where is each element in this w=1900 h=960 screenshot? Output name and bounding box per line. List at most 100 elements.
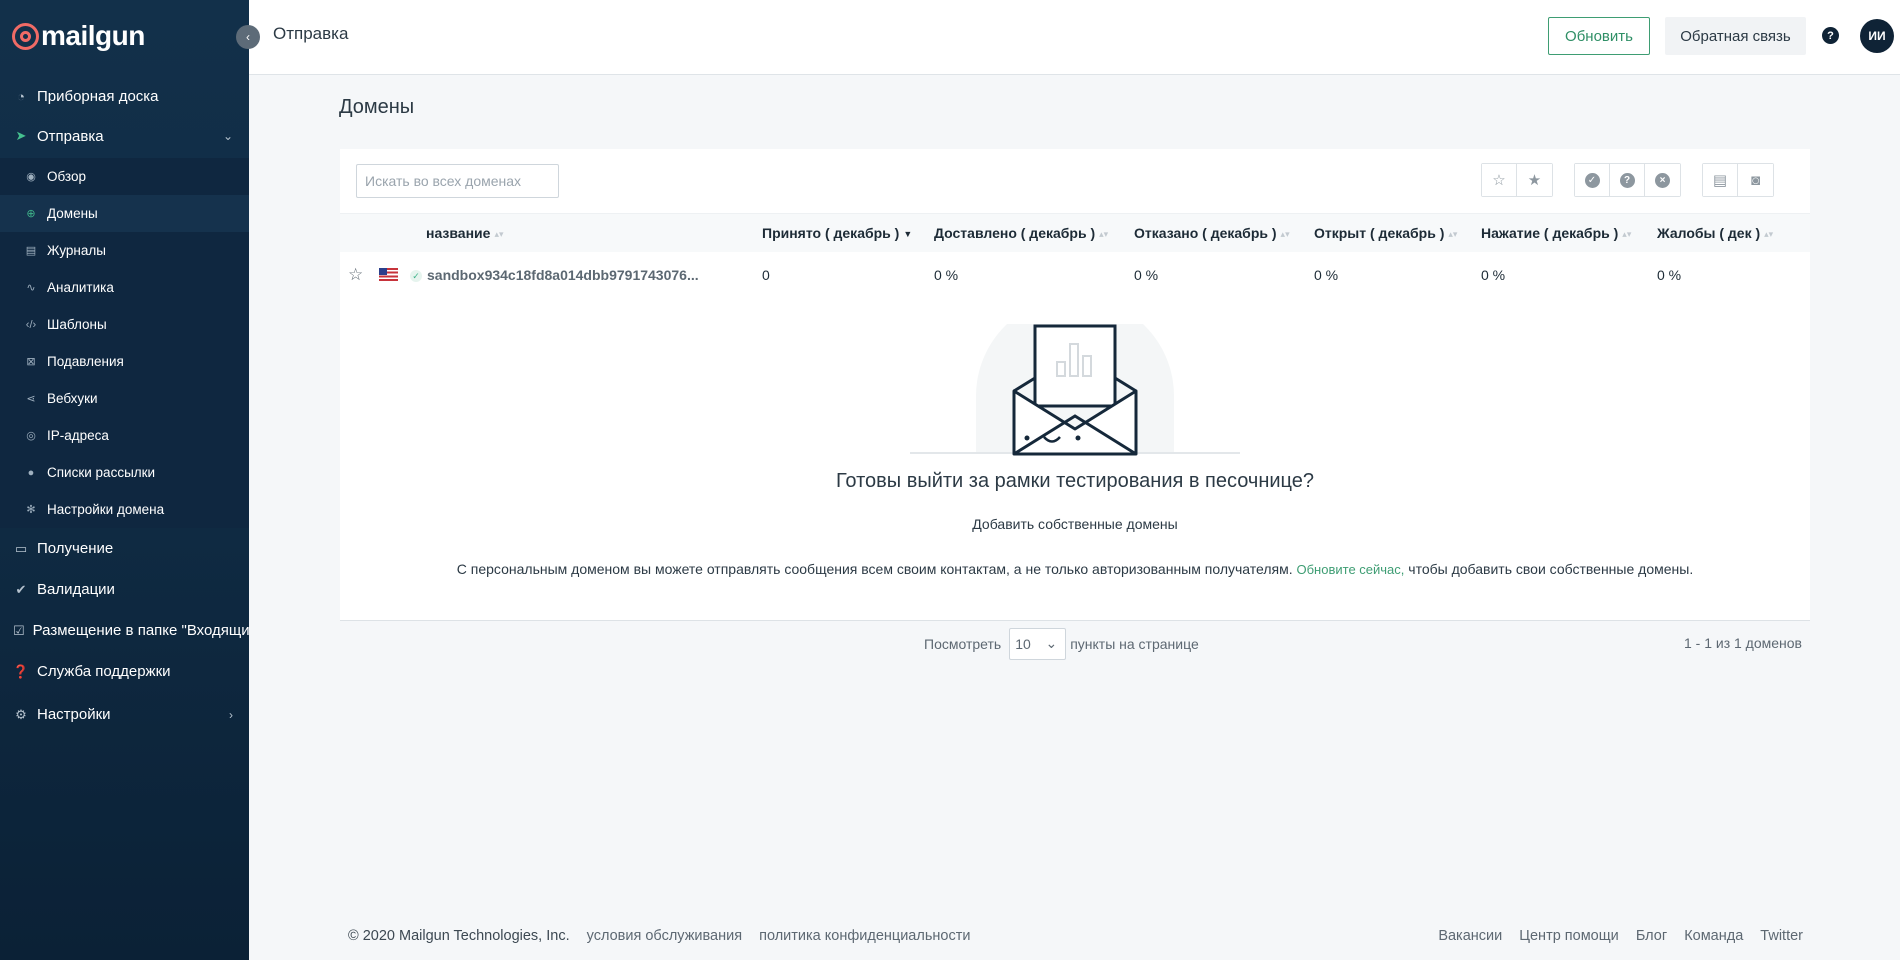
sort-icon: ▴▾ [1448,229,1458,239]
star-filled-icon: ★ [1527,172,1542,189]
column-label: Доставлено ( декабрь ) [934,225,1096,241]
column-label: название [426,225,491,241]
collapse-sidebar-button[interactable]: ‹ [236,25,260,49]
opened-value: 0 % [1314,267,1339,283]
chevron-left-icon: ‹ [246,30,250,44]
refresh-button[interactable]: Обновить [1548,17,1650,55]
sidebar-item-dashboard[interactable]: ◔ Приборная доска [0,78,249,114]
column-clicked[interactable]: Нажатие ( декабрь ) ▴▾ [1481,225,1631,241]
blog-link[interactable]: Блог [1636,928,1667,944]
sidebar-item-label: Списки рассылки [47,465,156,480]
table-row[interactable]: ☆ ✓ sandbox934c18fd8a014dbb9791743076...… [340,252,1810,298]
sidebar-item-label: Получение [37,540,114,557]
mailgun-logo-icon [12,22,39,50]
us-flag-icon: ▤ [1712,172,1728,189]
sidebar-item-suppressions[interactable]: ⊠ Подавления [0,343,249,380]
avatar[interactable]: ИИ [1860,19,1894,53]
column-label: Принято ( декабрь ) [762,225,900,241]
verified-filter-button[interactable]: ✓ [1575,164,1610,196]
sidebar-item-overview[interactable]: ◉ Обзор [0,158,249,195]
privacy-link[interactable]: политика конфиденциальности [759,928,970,944]
help-center-link[interactable]: Центр помощи [1519,928,1619,944]
sort-icon: ▴▾ [1099,229,1109,239]
chevron-down-icon: ⌄ [222,129,233,143]
column-complaints[interactable]: Жалобы ( дек ) ▴▾ [1657,225,1773,241]
pager-suffix-label: пункты на странице [1070,635,1199,652]
sidebar-item-inbox-placement[interactable]: ☑ Размещение в папке "Входящие" [0,610,249,651]
eye-icon: ◉ [26,171,36,183]
sidebar-item-mailing-lists[interactable]: ● Списки рассылки [0,454,249,491]
per-page-value: 10 [1015,635,1031,652]
sidebar-item-label: Служба поддержки [37,663,171,680]
delivered-value: 0 % [934,267,959,283]
disabled-filter-button[interactable]: × [1645,164,1680,196]
column-label: Нажатие ( декабрь ) [1481,225,1619,241]
mailgun-logo[interactable]: mailgun [12,19,145,53]
column-accepted[interactable]: Принято ( декабрь ) ▼ [762,225,912,241]
log-icon: ▤ [25,245,37,257]
clicked-value: 0 % [1481,267,1506,283]
sidebar-item-support[interactable]: ❓ Служба поддержки [0,651,249,692]
upgrade-now-link[interactable]: Обновите сейчас, [1297,562,1405,577]
region-filter-group: ▤ ◙ [1702,163,1774,197]
column-name[interactable]: название ▴▾ [426,225,503,241]
domain-link[interactable]: sandbox934c18fd8a014dbb9791743076... [427,267,727,283]
sidebar-item-domains[interactable]: ⊕ Домены [0,195,249,232]
table-header: название ▴▾ Принято ( декабрь ) ▼ Доставле… [340,213,1810,252]
location-icon: ◎ [26,430,36,442]
sidebar-item-label: Журналы [47,243,106,258]
empty-state-note: С персональным доменом вы можете отправл… [340,561,1810,577]
star-outline-filter-button[interactable]: ☆ [1482,164,1517,196]
column-rejected[interactable]: Отказано ( декабрь ) ▴▾ [1134,225,1290,241]
help-icon[interactable]: ? [1822,27,1839,44]
header-title: Отправка [273,24,349,43]
team-link[interactable]: Команда [1684,928,1743,944]
chevron-right-icon: › [229,707,233,722]
column-label: Отказано ( декабрь ) [1134,225,1277,241]
note-text: С персональным доменом вы можете отправл… [456,561,1293,577]
sidebar-item-settings[interactable]: ⚙ Настройки › [0,692,249,737]
star-filled-filter-button[interactable]: ★ [1517,164,1552,196]
sidebar-item-label: IP-адреса [47,428,109,443]
search-input[interactable] [356,164,559,198]
unverified-filter-button[interactable]: ? [1610,164,1645,196]
twitter-link[interactable]: Twitter [1760,928,1803,944]
sidebar-item-label: Отправка [37,127,104,145]
suppression-icon: ⊠ [26,356,36,368]
sort-icon: ▴▾ [1622,229,1632,239]
us-region-filter-button[interactable]: ▤ [1703,164,1738,196]
terms-link[interactable]: условия обслуживания [587,928,742,944]
feedback-button[interactable]: Обратная связь [1665,17,1806,55]
column-delivered[interactable]: Доставлено ( декабрь ) ▴▾ [934,225,1108,241]
note-text: чтобы добавить свои собственные домены. [1408,561,1694,577]
sidebar-item-logs[interactable]: ▤ Журналы [0,232,249,269]
sidebar-item-templates[interactable]: ‹/› Шаблоны [0,306,249,343]
pagination-size: Посмотреть 10 ⌄ пункты на странице [924,627,1199,660]
sidebar-item-ip-addresses[interactable]: ◎ IP-адреса [0,417,249,454]
page-title: Домены [339,96,415,118]
sidebar-item-webhooks[interactable]: ⋖ Вебхуки [0,380,249,417]
x-circle-icon: × [1655,172,1670,188]
footer-left: © 2020 Mailgun Technologies, Inc. услови… [348,928,983,944]
sort-icon: ▴▾ [1280,229,1290,239]
analytics-icon: ∿ [26,282,36,294]
gear-icon: ✻ [26,504,36,516]
sidebar-item-label: Настройки [37,706,111,723]
settings-icon: ⚙ [15,706,27,722]
favorite-star-icon[interactable]: ☆ [348,265,363,285]
user-icon: ● [27,466,35,479]
sidebar-item-sending[interactable]: ➤ Отправка ⌄ [0,114,249,158]
sort-desc-icon: ▼ [903,229,913,239]
help-icon: ❓ [12,663,30,679]
code-icon: ‹/› [25,318,37,331]
sidebar-item-analytics[interactable]: ∿ Аналитика [0,269,249,306]
careers-link[interactable]: Вакансии [1438,928,1502,944]
us-flag-icon [379,268,398,281]
sidebar-item-label: Вебхуки [47,391,98,406]
eu-region-filter-button[interactable]: ◙ [1738,164,1773,196]
per-page-select[interactable]: 10 ⌄ [1009,627,1067,660]
sidebar-item-validations[interactable]: ✔ Валидации [0,569,249,610]
column-opened[interactable]: Открыт ( декабрь ) ▴▾ [1314,225,1457,241]
sidebar-item-domain-settings[interactable]: ✻ Настройки домена [0,491,249,528]
sidebar-item-receiving[interactable]: ▭ Получение [0,528,249,569]
